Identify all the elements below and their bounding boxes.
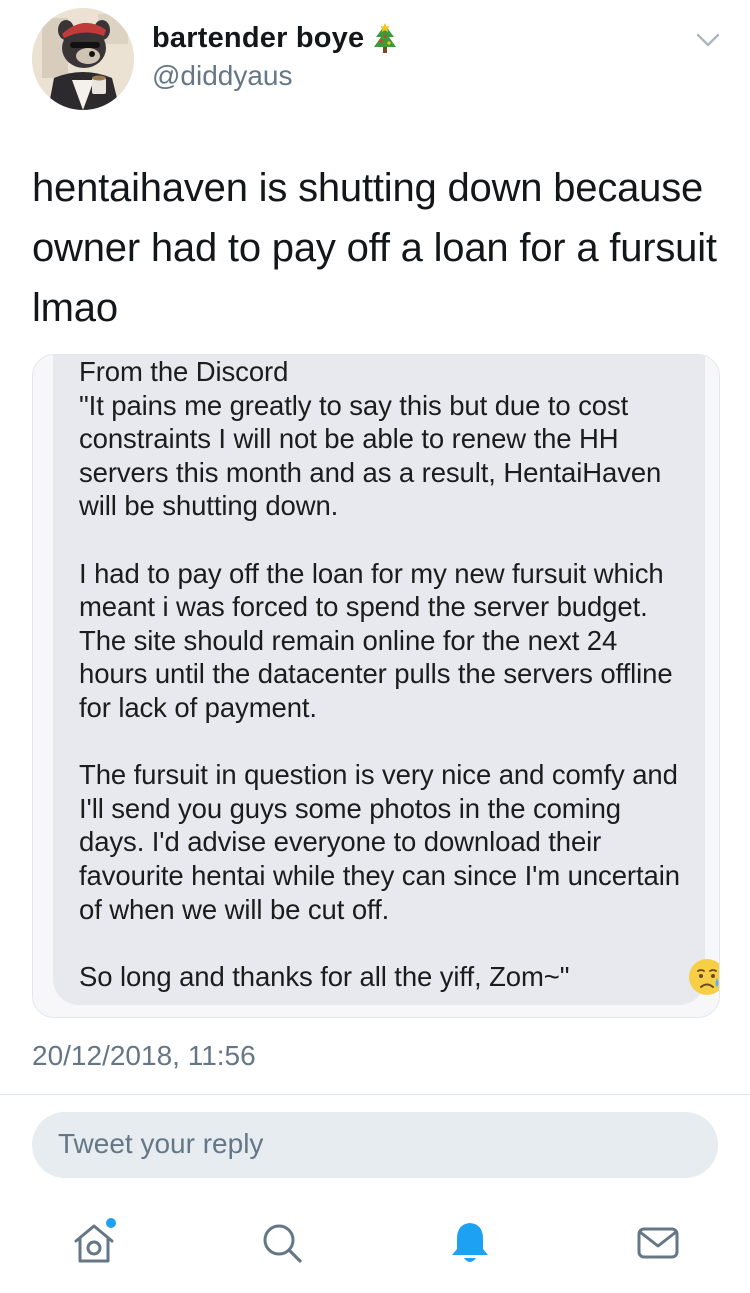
tweet-timestamp: 20/12/2018, 11:56 [32, 1040, 256, 1071]
tab-messages[interactable] [630, 1215, 686, 1271]
notification-dot [106, 1218, 116, 1228]
chevron-down-icon[interactable] [692, 28, 724, 52]
tweet-media-image[interactable]: From the Discord "It pains me greatly to… [32, 354, 720, 1018]
reply-placeholder: Tweet your reply [58, 1128, 264, 1159]
notifications-bell-icon [452, 1223, 488, 1262]
author-handle[interactable]: @diddyaus [152, 60, 293, 92]
author-display-name[interactable]: bartender boye [152, 22, 364, 55]
author-name-row[interactable]: bartender boye [152, 22, 398, 55]
avatar[interactable] [32, 8, 134, 110]
tab-notifications[interactable] [442, 1215, 498, 1271]
home-icon [74, 1218, 116, 1263]
reply-input[interactable]: Tweet your reply [32, 1112, 718, 1178]
crying-face-icon [689, 959, 719, 995]
divider [0, 1094, 750, 1095]
tweet-text: hentaihaven is shutting down because own… [32, 166, 717, 330]
search-icon [263, 1224, 302, 1263]
tab-search[interactable] [254, 1215, 310, 1271]
media-message-text: From the Discord "It pains me greatly to… [79, 356, 680, 992]
tweet-header: bartender boye @diddyaus [0, 0, 750, 120]
christmas-tree-icon [374, 22, 397, 53]
avatar-image [32, 8, 134, 110]
messages-envelope-icon [637, 1227, 679, 1259]
tab-home[interactable] [66, 1215, 122, 1271]
